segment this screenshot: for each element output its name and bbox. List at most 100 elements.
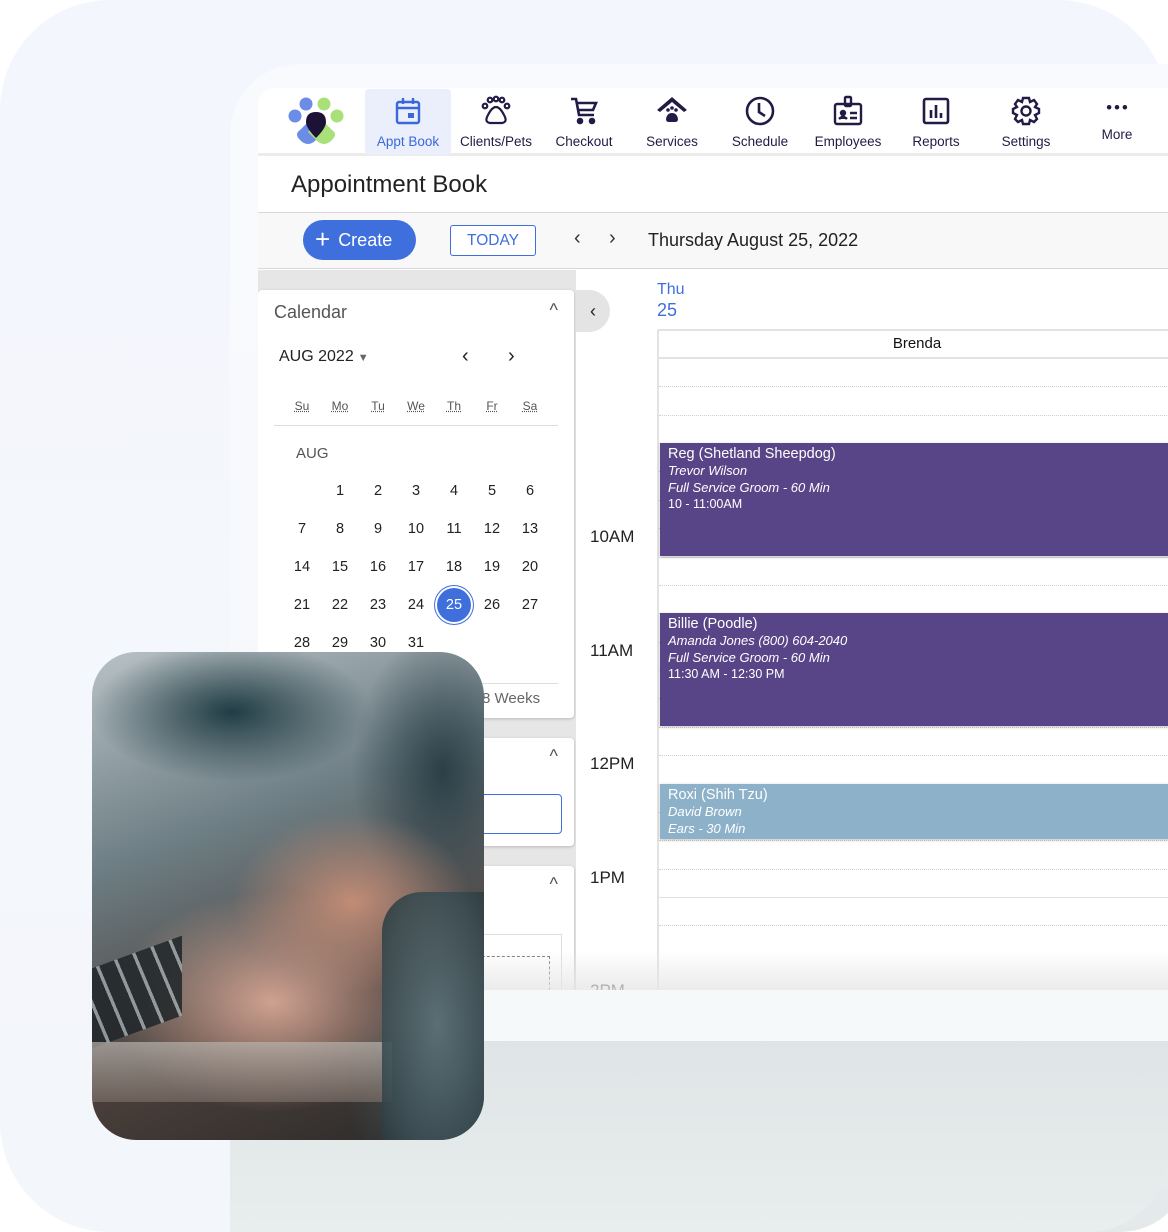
top-nav: Appt Book Clients/Pets Checkout Services…	[258, 88, 1168, 156]
grid-line	[659, 556, 1168, 558]
calendar-day[interactable]: 26	[475, 588, 509, 622]
calendar-day[interactable]: 5	[475, 474, 509, 508]
calendar-day-selected[interactable]: 25	[437, 588, 471, 622]
nav-reports[interactable]: Reports	[893, 89, 979, 155]
appointment-block[interactable]: Reg (Shetland Sheepdog) Trevor Wilson Full…	[660, 443, 1168, 556]
sweater-sleeve	[382, 892, 484, 1140]
nav-checkout[interactable]: Checkout	[541, 89, 627, 155]
appointment-block[interactable]: Billie (Poodle) Amanda Jones (800) 604-20…	[660, 613, 1168, 726]
calendar-day[interactable]: 6	[513, 474, 547, 508]
prev-month-button[interactable]: ‹	[462, 345, 469, 368]
collapse-sidebar-button[interactable]: ‹	[576, 290, 610, 332]
calendar-day[interactable]: 27	[513, 588, 547, 622]
grid-line	[659, 925, 1168, 927]
prev-day-button[interactable]: ‹	[574, 227, 581, 250]
grid-line	[659, 726, 1168, 728]
calendar-day[interactable]: 20	[513, 550, 547, 584]
nav-settings[interactable]: Settings	[983, 89, 1069, 155]
calendar-day[interactable]: 19	[475, 550, 509, 584]
collapse-calendar-icon[interactable]: ^	[550, 300, 558, 321]
nav-label: More	[1101, 127, 1133, 142]
calendar-day[interactable]: 2	[361, 474, 395, 508]
grid-line	[659, 868, 1168, 870]
staff-column-header: Brenda	[657, 329, 1168, 359]
appointment-client: Trevor Wilson	[668, 463, 748, 478]
next-month-button[interactable]: ›	[508, 345, 515, 368]
calendar-day[interactable]: 7	[285, 512, 319, 546]
next-day-button[interactable]: ›	[609, 227, 616, 250]
grid-line	[659, 386, 1168, 388]
calendar-divider	[274, 425, 558, 426]
page-title: Appointment Book	[291, 171, 488, 198]
calendar-day[interactable]: 1	[323, 474, 357, 508]
weekday-header: Mo	[331, 399, 349, 413]
appointment-pet: Billie (Poodle)	[668, 616, 758, 633]
calendar-day[interactable]: 23	[361, 588, 395, 622]
calendar-day[interactable]: 3	[399, 474, 433, 508]
current-date: Thursday August 25, 2022	[648, 230, 859, 250]
collapse-drop-icon[interactable]: ^	[550, 874, 558, 895]
nav-schedule[interactable]: Schedule	[717, 89, 803, 155]
month-select[interactable]: AUG 2022 ▼	[279, 348, 369, 366]
calendar-day[interactable]: 4	[437, 474, 471, 508]
nav-label: Appt Book	[376, 134, 440, 149]
calendar-day[interactable]: 14	[285, 550, 319, 584]
day-header-dow: Thu	[657, 281, 685, 298]
nav-label: Schedule	[731, 134, 789, 149]
nav-label: Reports	[912, 134, 960, 149]
toolbar: + Create TODAY ‹ › Thursday August 25, 2…	[258, 213, 1168, 269]
calendar-day[interactable]: 15	[323, 550, 357, 584]
nav-services[interactable]: Services	[629, 89, 715, 155]
time-label: 10AM	[590, 527, 635, 546]
calendar-day[interactable]: 24	[399, 588, 433, 622]
time-label: 2PM	[590, 981, 625, 990]
weekday-header: Fr	[486, 399, 498, 413]
calendar-day[interactable]: 16	[361, 550, 395, 584]
calendar-day[interactable]: 10	[399, 512, 433, 546]
house-paw-icon	[657, 97, 687, 122]
weekday-header: Su	[294, 399, 310, 413]
more-dots-icon	[1106, 104, 1128, 110]
nav-clients-pets[interactable]: Clients/Pets	[453, 89, 539, 155]
nav-label: Settings	[1001, 134, 1051, 149]
grid-line	[659, 584, 1168, 586]
collapse-filter-icon[interactable]: ^	[550, 746, 558, 767]
nav-appt-book[interactable]: Appt Book	[365, 89, 451, 155]
appointment-time: 10 - 11:00AM	[668, 497, 743, 511]
time-label: 12PM	[590, 754, 635, 773]
clock-icon	[745, 96, 775, 126]
appointment-time: 11:30 AM - 12:30 PM	[668, 667, 785, 682]
weekday-header: Tu	[371, 399, 385, 413]
nav-employees[interactable]: Employees	[805, 89, 891, 155]
appointment-pet: Roxi (Shih Tzu)	[668, 786, 768, 803]
calendar-day[interactable]: 8	[323, 512, 357, 546]
grid-line	[659, 755, 1168, 757]
today-button[interactable]: TODAY	[450, 225, 536, 256]
calendar-day[interactable]: 9	[361, 512, 395, 546]
create-button[interactable]: + Create	[303, 220, 416, 260]
appointment-client: David Brown	[668, 803, 742, 819]
paw-logo-icon	[288, 97, 344, 144]
calendar-day[interactable]: 17	[399, 550, 433, 584]
calendar-day[interactable]: 22	[323, 588, 357, 622]
appointment-block[interactable]: Roxi (Shih Tzu) David Brown Ears - 30 Min	[660, 783, 1168, 840]
id-badge-icon	[833, 95, 863, 126]
calendar-title: Calendar	[274, 302, 348, 322]
create-label: Create	[338, 229, 393, 250]
calendar-day[interactable]: 18	[437, 550, 471, 584]
nav-label: Services	[646, 134, 698, 149]
time-label: 1PM	[590, 867, 625, 887]
month-label: AUG	[296, 445, 329, 462]
calendar-day[interactable]: 12	[475, 512, 509, 546]
paw-icon	[481, 95, 511, 125]
calendar-day[interactable]: 13	[513, 512, 547, 546]
nav-more[interactable]: More	[1074, 89, 1160, 155]
appointment-service: Ears - 30 Min	[668, 820, 746, 836]
grid-line	[659, 414, 1168, 416]
nav-label: Checkout	[555, 134, 613, 149]
calendar-day[interactable]: 11	[437, 512, 471, 546]
weekday-header: Sa	[522, 399, 538, 413]
cart-icon	[571, 97, 598, 125]
weeks-option[interactable]: 8 Weeks	[482, 690, 540, 707]
calendar-day[interactable]: 21	[285, 588, 319, 622]
